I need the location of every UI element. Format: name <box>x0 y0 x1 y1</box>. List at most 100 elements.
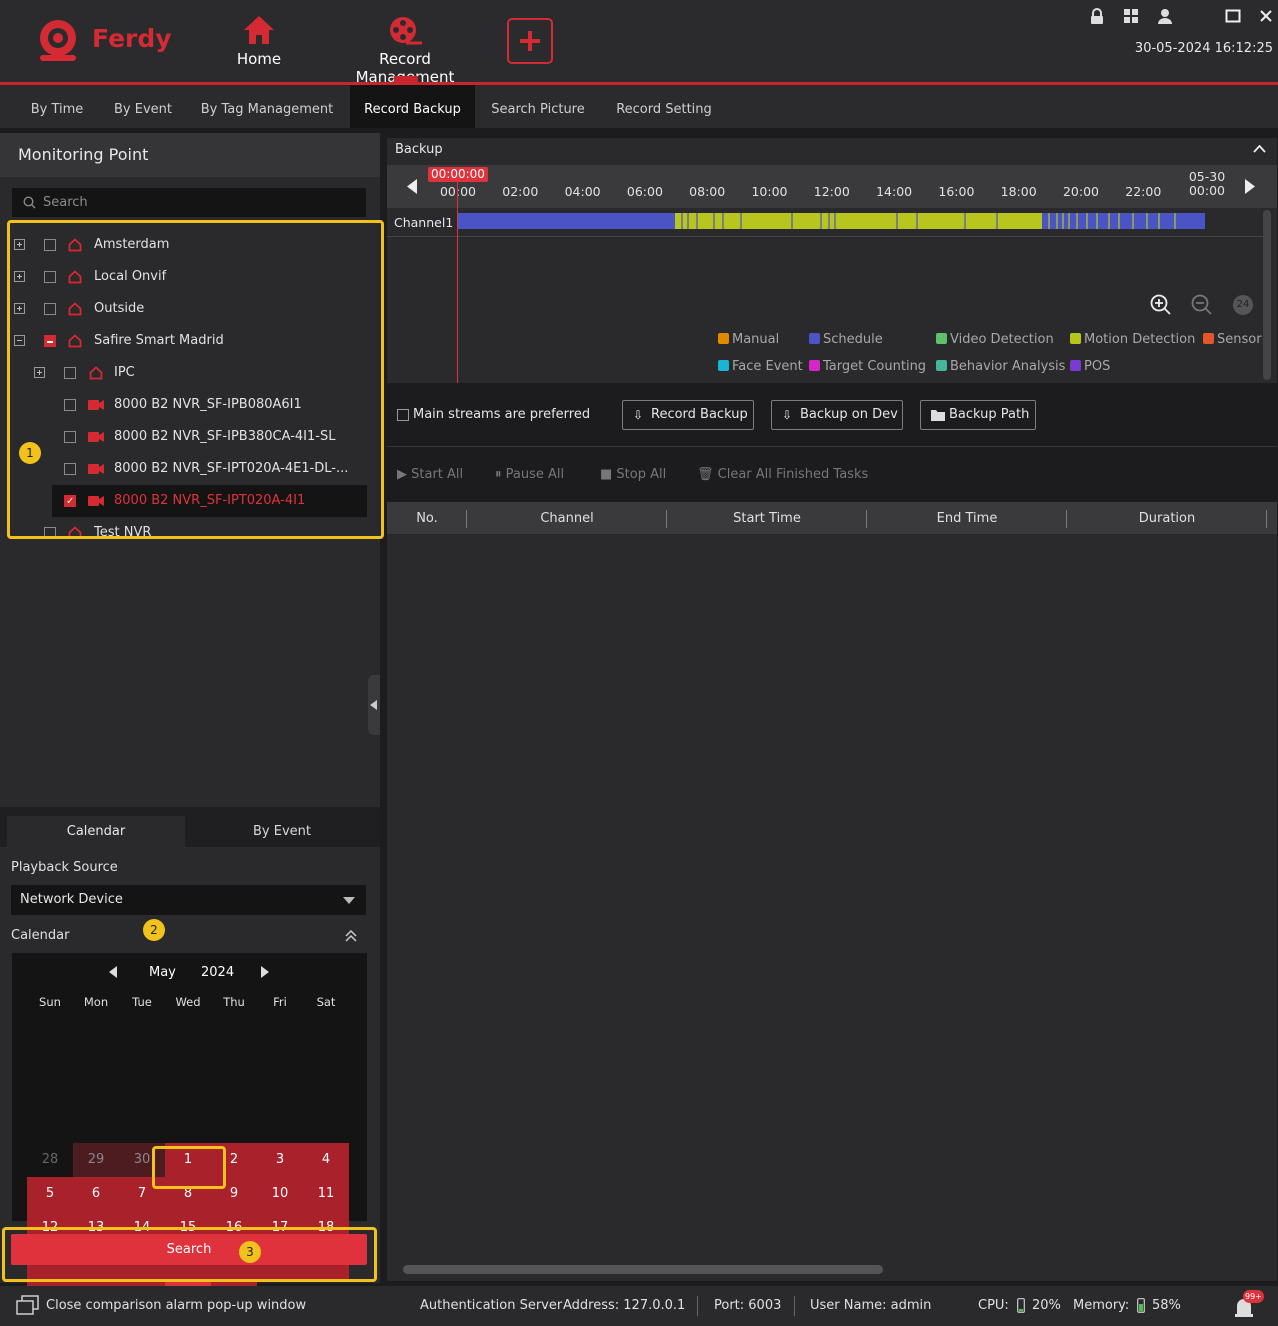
timeline-tick: 02:00 <box>502 184 539 199</box>
plus-icon <box>520 31 540 51</box>
status-divider <box>697 1296 698 1316</box>
legend-swatch <box>1070 360 1081 371</box>
close-icon[interactable] <box>1259 9 1273 23</box>
weekday-mon: Mon <box>83 995 109 1009</box>
backup-path-button[interactable]: Backup Path <box>920 400 1036 430</box>
backup-timeline-panel: Backup 00:00:00 00:00 02:00 04:00 06:00 08:0… <box>387 138 1277 383</box>
legend-label: Target Counting <box>823 359 927 374</box>
weekday-tue: Tue <box>132 995 152 1009</box>
legend-label: Video Detection <box>950 332 1054 347</box>
col-channel[interactable]: Channel <box>467 502 667 534</box>
collapse-up-icon[interactable] <box>344 929 358 943</box>
add-module-button[interactable] <box>507 18 553 64</box>
horizontal-scrollbar[interactable] <box>403 1265 883 1274</box>
calendar-year[interactable]: 2024 <box>201 965 234 980</box>
stop-icon: ■ <box>600 467 617 482</box>
timeline-next-icon[interactable] <box>1245 179 1255 194</box>
close-alarm-popup-label[interactable]: Close comparison alarm pop-up window <box>46 1298 306 1313</box>
clear-all-button[interactable]: 🗑 Clear All Finished Tasks <box>697 467 868 482</box>
tab-record-setting[interactable]: Record Setting <box>605 85 723 128</box>
tab-search-picture[interactable]: Search Picture <box>483 85 593 128</box>
main-streams-checkbox[interactable] <box>397 409 409 421</box>
home-nav-button[interactable]: Home <box>222 12 296 74</box>
calendar-day[interactable]: 28 <box>27 1143 73 1177</box>
legend-pos: POS <box>1070 359 1110 374</box>
calendar-day[interactable]: 5 <box>27 1177 73 1211</box>
timeline-tick: 08:00 <box>689 184 726 199</box>
timeline-prev-icon[interactable] <box>407 179 417 194</box>
start-all-button[interactable]: ▶︎ Start All <box>397 467 463 482</box>
calendar-day[interactable]: 3 <box>257 1143 303 1177</box>
search-input[interactable]: Search <box>12 188 366 217</box>
legend-swatch <box>718 333 729 344</box>
channel-row[interactable]: Channel1 <box>387 208 1263 237</box>
legend-motion-detection: Motion Detection <box>1070 332 1195 347</box>
calendar-day[interactable]: 11 <box>303 1177 349 1211</box>
playback-source-select[interactable]: Network Device <box>11 885 366 915</box>
col-separator <box>1266 510 1267 528</box>
layout-grid-icon[interactable] <box>1123 8 1139 24</box>
maximize-icon[interactable] <box>1225 9 1241 23</box>
legend-swatch <box>1203 333 1214 344</box>
timeline-ruler[interactable]: 00:00:00 00:00 02:00 04:00 06:00 08:00 10:00 1… <box>387 165 1277 208</box>
col-end-time[interactable]: End Time <box>867 502 1067 534</box>
download-icon: ⇩ <box>782 408 793 422</box>
tab-by-event[interactable]: By Event <box>104 85 182 128</box>
timeline-scrollbar[interactable] <box>1263 210 1271 380</box>
col-start-time[interactable]: Start Time <box>667 502 867 534</box>
next-month-icon[interactable] <box>261 966 269 978</box>
col-no[interactable]: No. <box>387 502 467 534</box>
calendar-day[interactable]: 29 <box>73 1143 119 1177</box>
brand-name: Ferdy <box>92 24 172 53</box>
clear-all-label: Clear All Finished Tasks <box>717 467 869 482</box>
user-icon[interactable] <box>1157 8 1173 24</box>
task-toolbar: ▶︎ Start All ⏸ Pause All ■ Stop All 🗑 Cl… <box>387 448 1277 500</box>
tab-by-time[interactable]: By Time <box>18 85 96 128</box>
task-table-body <box>387 534 1277 1281</box>
timeline-tick: 16:00 <box>938 184 975 199</box>
recording-bar[interactable] <box>457 213 1207 229</box>
legend-sensor: Sensor <box>1203 332 1262 347</box>
step-badge-1: 1 <box>19 442 41 464</box>
lock-icon[interactable] <box>1089 8 1105 25</box>
timeline-tick: 12:00 <box>813 184 850 199</box>
tab-record-backup[interactable]: Record Backup <box>350 85 475 128</box>
timeline-cursor-line[interactable] <box>457 182 458 383</box>
tab-calendar[interactable]: Calendar <box>7 816 185 847</box>
calendar-day[interactable]: 10 <box>257 1177 303 1211</box>
channel-label: Channel1 <box>394 215 454 230</box>
weekday-sun: Sun <box>39 995 61 1009</box>
timeline-tick: 14:00 <box>876 184 913 199</box>
legend-swatch <box>1070 333 1081 344</box>
legend-swatch <box>809 360 820 371</box>
zoom-out-icon[interactable] <box>1191 294 1213 316</box>
memory-value: 58% <box>1152 1298 1181 1313</box>
memory-gauge-icon <box>1137 1298 1145 1313</box>
window-popup-icon[interactable] <box>16 1295 39 1316</box>
main-streams-label: Main streams are preferred <box>413 407 591 422</box>
zoom-24h-button[interactable]: 24 <box>1233 295 1253 315</box>
stop-all-button[interactable]: ■ Stop All <box>600 467 666 482</box>
auth-server-label: Authentication Server <box>420 1298 563 1313</box>
record-backup-button[interactable]: ⇩ Record Backup <box>622 400 754 430</box>
collapse-panel-handle[interactable] <box>368 675 380 735</box>
pause-all-button[interactable]: ⏸ Pause All <box>495 467 564 482</box>
backup-on-dev-button[interactable]: ⇩ Backup on Dev <box>771 400 903 430</box>
legend-label: Behavior Analysis <box>950 359 1066 374</box>
monitoring-point-title: Monitoring Point <box>18 145 149 164</box>
calendar-month[interactable]: May <box>149 965 176 980</box>
calendar-label: Calendar <box>11 928 70 943</box>
zoom-in-icon[interactable] <box>1150 294 1172 316</box>
tab-by-tag-management[interactable]: By Tag Management <box>192 85 342 128</box>
prev-month-icon[interactable] <box>109 966 117 978</box>
chevron-up-icon[interactable] <box>1253 145 1266 153</box>
record-management-nav-button[interactable]: Record Management <box>328 12 482 86</box>
legend-label: Schedule <box>823 332 883 347</box>
timeline-tick: 06:00 <box>626 184 663 199</box>
weekday-wed: Wed <box>175 995 201 1009</box>
col-duration[interactable]: Duration <box>1067 502 1267 534</box>
tick-end-date: 05-30 <box>1188 169 1226 184</box>
tab-by-event-bottom[interactable]: By Event <box>192 816 372 847</box>
calendar-day[interactable]: 4 <box>303 1143 349 1177</box>
calendar-day[interactable]: 6 <box>73 1177 119 1211</box>
